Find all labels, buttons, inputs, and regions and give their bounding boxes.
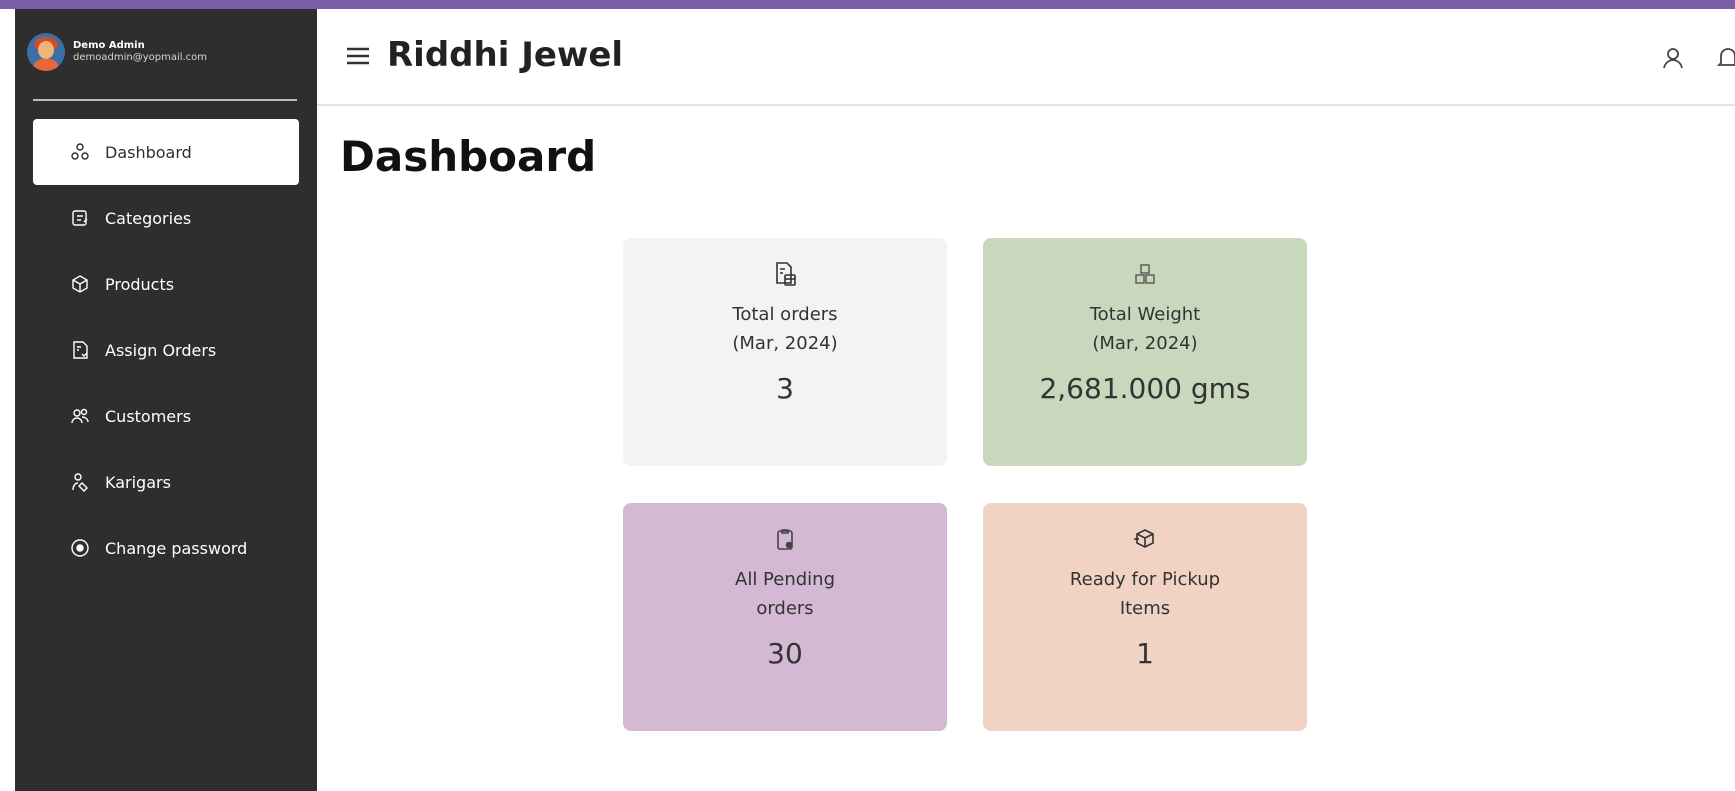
stat-card-total-orders[interactable]: Total orders (Mar, 2024) 3: [623, 238, 947, 466]
page-title: Dashboard: [340, 132, 597, 181]
window-left-margin: [0, 9, 15, 791]
sidebar-item-label: Categories: [105, 208, 192, 228]
sidebar-nav: Dashboard Categories Products Assign Ord…: [33, 119, 299, 581]
avatar: [27, 33, 65, 71]
card-label: Total Weight (Mar, 2024): [1089, 304, 1201, 354]
sidebar-item-customers[interactable]: Customers: [33, 383, 299, 449]
sidebar-item-label: Change password: [105, 538, 248, 558]
sidebar-item-label: Products: [105, 274, 175, 294]
sidebar-item-label: Assign Orders: [105, 340, 217, 360]
sidebar-divider: [33, 99, 297, 101]
app-title: Riddhi Jewel: [387, 35, 624, 75]
customers-icon: [69, 405, 91, 427]
karigars-icon: [69, 471, 91, 493]
sidebar-item-dashboard[interactable]: Dashboard: [33, 119, 299, 185]
sidebar-item-assign-orders[interactable]: Assign Orders: [33, 317, 299, 383]
card-label: Ready for Pickup Items: [1069, 569, 1221, 619]
card-label: All Pending orders: [735, 569, 835, 619]
categories-icon: [69, 207, 91, 229]
sidebar-item-label: Karigars: [105, 472, 171, 492]
card-value: 3: [776, 372, 794, 405]
assign-orders-icon: [69, 339, 91, 361]
products-icon: [69, 273, 91, 295]
profile-name: Demo Admin: [73, 39, 145, 51]
window-top-border: [0, 0, 1735, 9]
orders-doc-icon: [776, 262, 796, 286]
card-value: 1: [1136, 637, 1154, 670]
card-label: Total orders (Mar, 2024): [732, 304, 838, 354]
stat-card-ready-for-pickup[interactable]: Ready for Pickup Items 1: [983, 503, 1307, 731]
sidebar-item-karigars[interactable]: Karigars: [33, 449, 299, 515]
sidebar-item-products[interactable]: Products: [33, 251, 299, 317]
sidebar-item-change-password[interactable]: Change password: [33, 515, 299, 581]
card-value: 2,681.000 gms: [1039, 372, 1251, 405]
sidebar-item-label: Dashboard: [105, 142, 192, 162]
dashboard-icon: [69, 141, 91, 163]
sidebar-item-label: Customers: [105, 406, 192, 426]
sidebar: Demo Admin demoadmin@yopmail.com Dashboa…: [15, 9, 317, 791]
card-value: 30: [767, 637, 803, 670]
change-password-icon: [69, 537, 91, 559]
user-icon[interactable]: [1660, 45, 1686, 71]
bell-icon[interactable]: [1715, 45, 1735, 71]
pickup-box-icon: [1134, 529, 1154, 548]
pending-clipboard-icon: [777, 529, 793, 550]
top-bar: Riddhi Jewel: [317, 9, 1735, 106]
stat-card-pending-orders[interactable]: All Pending orders 30: [623, 503, 947, 731]
weight-blocks-icon: [1135, 264, 1155, 284]
profile-email: demoadmin@yopmail.com: [73, 52, 208, 63]
user-profile[interactable]: Demo Admin demoadmin@yopmail.com: [27, 33, 207, 71]
sidebar-item-categories[interactable]: Categories: [33, 185, 299, 251]
stat-card-total-weight[interactable]: Total Weight (Mar, 2024) 2,681.000 gms: [983, 238, 1307, 466]
menu-icon[interactable]: [345, 45, 371, 67]
